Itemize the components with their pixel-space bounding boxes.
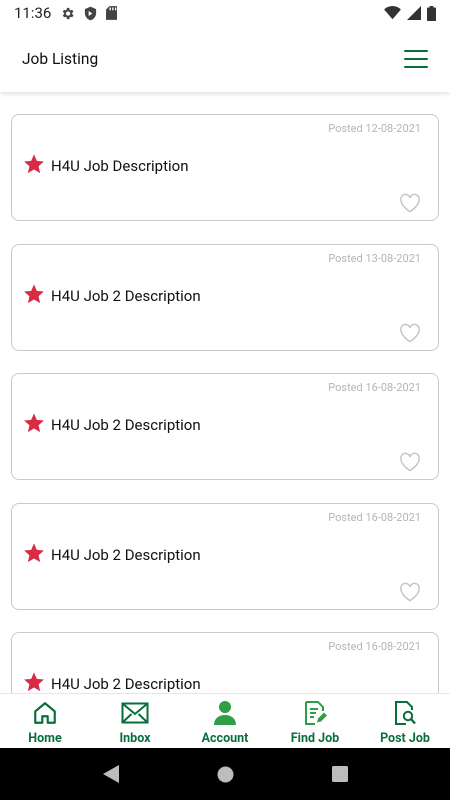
page-title: Job Listing xyxy=(22,50,99,68)
battery-icon xyxy=(427,5,436,21)
bottom-nav: Home Inbox Account Find Job Post Job xyxy=(0,693,450,748)
nav-item-inbox[interactable]: Inbox xyxy=(90,694,180,748)
star-icon xyxy=(23,153,45,179)
job-posted-date: Posted 16-08-2021 xyxy=(328,381,421,394)
search-document-icon xyxy=(393,699,417,727)
shield-icon xyxy=(84,6,97,21)
signal-icon xyxy=(407,6,421,20)
nav-label-find-job: Find Job xyxy=(290,731,340,746)
wifi-icon xyxy=(384,6,401,20)
status-time: 11:36 xyxy=(14,4,52,22)
job-posted-date: Posted 12-08-2021 xyxy=(328,122,421,135)
job-title-row: H4U Job 2 Description xyxy=(23,671,201,693)
job-title: H4U Job Description xyxy=(51,157,189,175)
recents-icon[interactable] xyxy=(331,766,348,782)
job-title: H4U Job 2 Description xyxy=(51,287,201,305)
nav-label-account: Account xyxy=(201,731,249,746)
nav-item-home[interactable]: Home xyxy=(0,694,90,748)
job-title-row: H4U Job 2 Description xyxy=(23,542,201,568)
status-bar: 11:36 xyxy=(0,0,450,26)
heart-icon[interactable] xyxy=(399,323,421,343)
nav-label-inbox: Inbox xyxy=(119,731,151,746)
mail-icon xyxy=(121,699,149,727)
back-icon[interactable] xyxy=(102,765,119,783)
nav-label-post-job: Post Job xyxy=(380,731,430,746)
job-title-row: H4U Job 2 Description xyxy=(23,412,201,438)
person-icon xyxy=(213,699,237,727)
job-card[interactable]: Posted 16-08-2021 H4U Job 2 Description xyxy=(11,503,439,610)
job-title: H4U Job 2 Description xyxy=(51,675,201,693)
status-right xyxy=(384,5,436,21)
heart-icon[interactable] xyxy=(399,452,421,472)
hamburger-menu-icon[interactable] xyxy=(404,50,428,68)
job-title: H4U Job 2 Description xyxy=(51,416,201,434)
sd-card-icon xyxy=(106,6,118,20)
job-title-row: H4U Job 2 Description xyxy=(23,283,201,309)
gear-icon xyxy=(60,6,75,21)
job-posted-date: Posted 13-08-2021 xyxy=(328,252,421,265)
job-list[interactable]: Posted 12-08-2021 H4U Job Description Po… xyxy=(0,92,450,693)
nav-item-post-job[interactable]: Post Job xyxy=(360,694,450,748)
nav-label-home: Home xyxy=(28,731,62,746)
job-title: H4U Job 2 Description xyxy=(51,546,201,564)
system-nav-bar xyxy=(0,748,450,800)
nav-item-account[interactable]: Account xyxy=(180,694,270,748)
job-card[interactable]: Posted 12-08-2021 H4U Job Description xyxy=(11,114,439,221)
heart-icon[interactable] xyxy=(399,193,421,213)
status-left: 11:36 xyxy=(14,4,118,22)
edit-document-icon xyxy=(303,699,327,727)
heart-icon[interactable] xyxy=(399,582,421,602)
job-posted-date: Posted 16-08-2021 xyxy=(328,511,421,524)
star-icon xyxy=(23,671,45,693)
star-icon xyxy=(23,412,45,438)
job-card[interactable]: Posted 16-08-2021 H4U Job 2 Description xyxy=(11,373,439,480)
star-icon xyxy=(23,542,45,568)
nav-item-find-job[interactable]: Find Job xyxy=(270,694,360,748)
job-card[interactable]: Posted 13-08-2021 H4U Job 2 Description xyxy=(11,244,439,351)
app-bar: Job Listing xyxy=(0,26,450,92)
home-icon xyxy=(32,699,58,727)
job-card[interactable]: Posted 16-08-2021 H4U Job 2 Description xyxy=(11,632,439,693)
job-title-row: H4U Job Description xyxy=(23,153,189,179)
home-circle-icon[interactable] xyxy=(217,766,234,783)
star-icon xyxy=(23,283,45,309)
job-posted-date: Posted 16-08-2021 xyxy=(328,640,421,653)
